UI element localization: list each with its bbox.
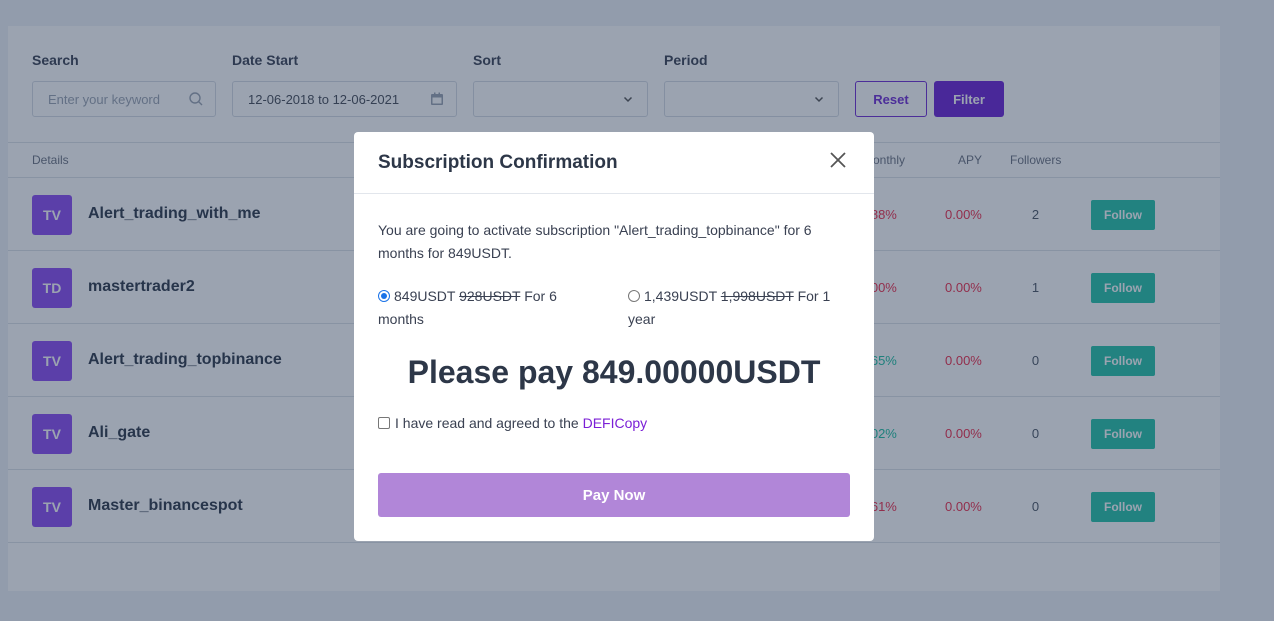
pay-now-button[interactable]: Pay Now	[378, 473, 850, 517]
plan-old-price: 928USDT	[459, 288, 521, 304]
terms-link[interactable]: DEFICopy	[583, 415, 648, 431]
plan-old-price: 1,998USDT	[720, 288, 794, 304]
plan-price: 1,439USDT	[644, 288, 717, 304]
modal-header: Subscription Confirmation	[354, 132, 874, 194]
subscription-message: You are going to activate subscription "…	[378, 222, 812, 261]
pay-amount-text: Please pay 849.00000USDT	[407, 354, 821, 390]
plan-radio-1-year[interactable]	[628, 290, 640, 302]
subscription-modal: Subscription Confirmation You are going …	[354, 132, 874, 541]
plan-option-6-months[interactable]: 849USDT 928USDT For 6 months	[378, 285, 598, 331]
plan-radio-6-months[interactable]	[378, 290, 390, 302]
plan-price: 849USDT	[394, 288, 456, 304]
agree-checkbox[interactable]	[378, 417, 390, 429]
agree-text: I have read and agreed to the	[395, 415, 579, 431]
plan-option-1-year[interactable]: 1,439USDT 1,998USDT For 1 year	[628, 285, 852, 331]
agree-terms: I have read and agreed to the DEFICopy	[378, 415, 647, 431]
close-icon[interactable]	[828, 150, 848, 170]
modal-title: Subscription Confirmation	[378, 152, 618, 173]
